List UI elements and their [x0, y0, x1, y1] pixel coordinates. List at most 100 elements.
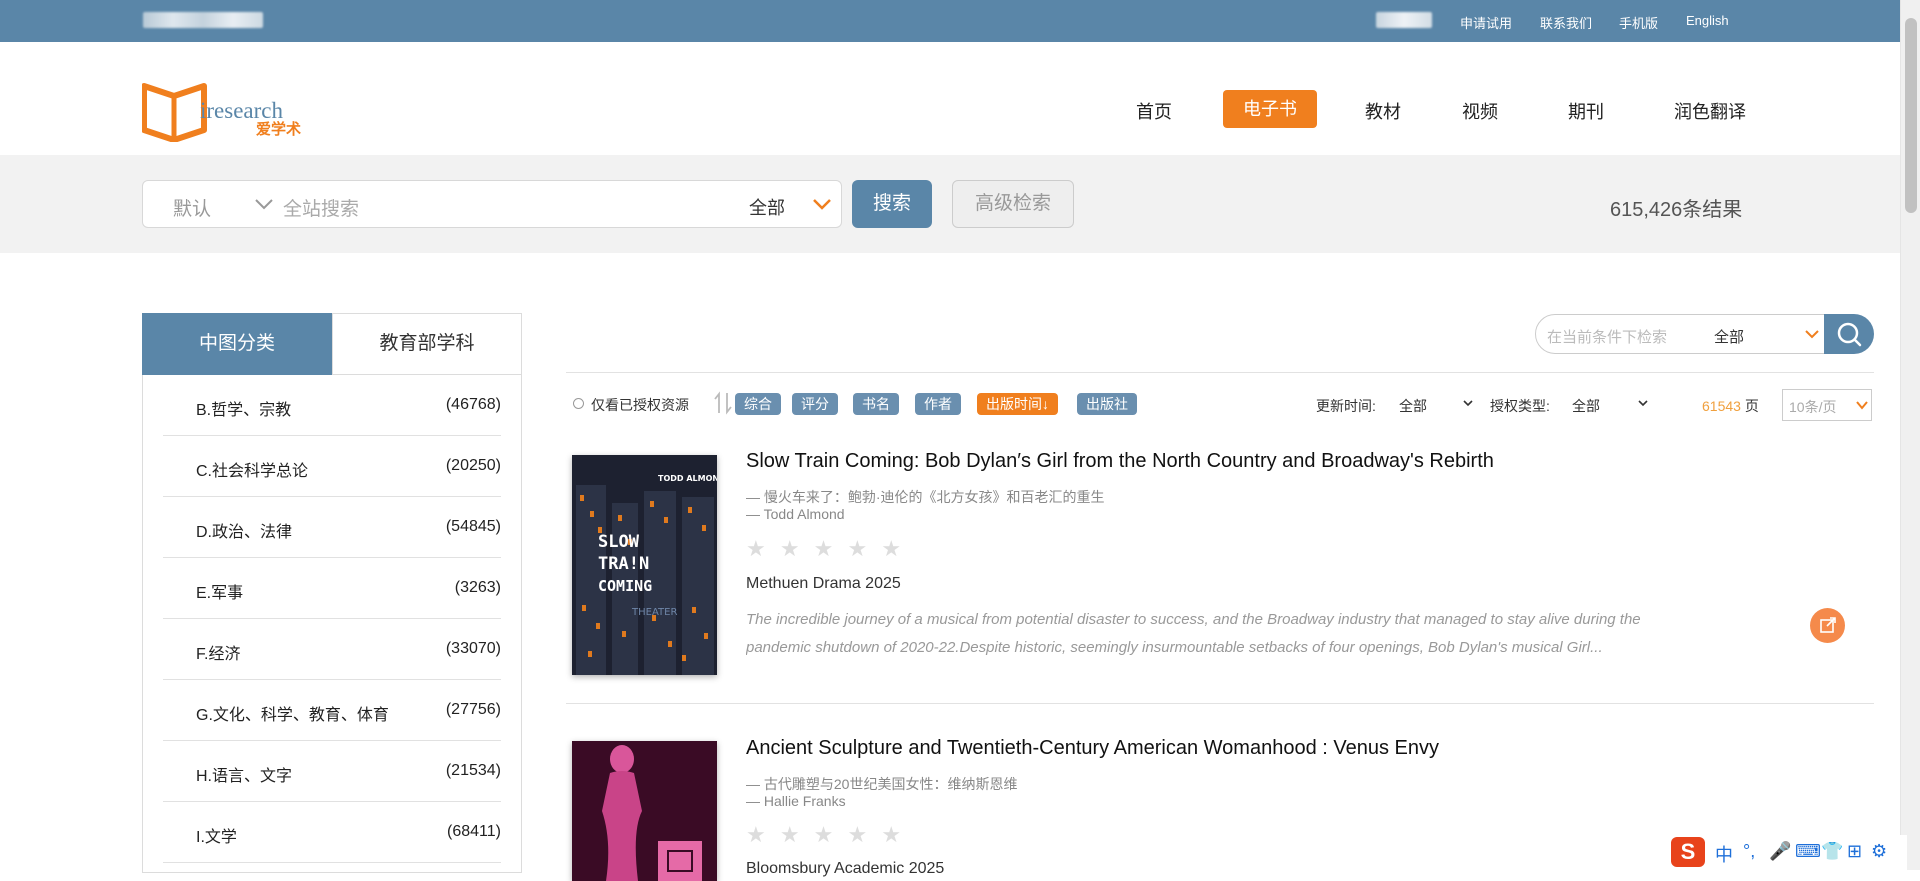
tab-clc-classification[interactable]: 中图分类 [142, 313, 332, 375]
book-cover-art: TODD ALMOND SLOW TRA!N COMING THEATER [572, 455, 717, 675]
advanced-search-button[interactable]: 高级检索 [952, 180, 1074, 228]
scope-select[interactable]: 默认 [173, 194, 211, 221]
sort-icon [714, 391, 732, 415]
search-icon [1837, 322, 1862, 347]
update-time-select[interactable]: 全部 [1399, 396, 1427, 416]
chevron-down-icon[interactable] [811, 193, 833, 215]
authorized-only-radio[interactable] [573, 398, 584, 409]
category-name: F.经济 [196, 646, 241, 663]
filter-scope-select[interactable]: 全部 [1714, 326, 1744, 347]
filter-search-button[interactable] [1824, 314, 1874, 354]
microphone-icon[interactable]: 🎤 [1769, 841, 1791, 862]
ime-punctuation-icon[interactable]: °, [1743, 841, 1755, 862]
category-name: G.文化、科学、教育、体育 [196, 707, 389, 724]
book-abstract: The incredible journey of a musical from… [746, 611, 1641, 656]
page-count: 61543 页 [1702, 396, 1759, 416]
gear-icon[interactable]: ⚙ [1871, 841, 1887, 862]
search-box: 默认 全站搜索 全部 [142, 180, 842, 228]
category-name: H.语言、文字 [196, 768, 293, 785]
sogou-logo-icon[interactable]: S [1671, 837, 1705, 867]
english-link[interactable]: English [1686, 13, 1729, 28]
toolbox-icon[interactable]: ⊞ [1847, 841, 1862, 862]
site-logo[interactable]: iresearch 爱学术 [141, 80, 312, 143]
category-count: (46768) [445, 396, 501, 413]
share-button[interactable] [1810, 608, 1845, 643]
book-title[interactable]: Slow Train Coming: Bob Dylan′s Girl from… [746, 450, 1494, 473]
category-item[interactable]: B.哲学、宗教 (46768) [163, 375, 501, 436]
nav-textbook[interactable]: 教材 [1365, 98, 1401, 124]
sort-publisher[interactable]: 出版社 [1077, 393, 1137, 415]
chevron-down-icon[interactable] [1637, 397, 1649, 409]
svg-text:TRA!N: TRA!N [598, 554, 649, 574]
rating-stars: ★ ★ ★ ★ ★ [746, 822, 906, 847]
cover-word: THEATER [631, 607, 677, 618]
category-name: B.哲学、宗教 [196, 402, 292, 419]
sort-comprehensive[interactable]: 综合 [735, 393, 781, 415]
search-type-select[interactable]: 全部 [749, 194, 785, 220]
page-scrollbar[interactable] [1900, 0, 1920, 870]
license-type-select[interactable]: 全部 [1572, 396, 1600, 416]
book-cover[interactable]: TODD ALMOND SLOW TRA!N COMING THEATER [572, 455, 717, 675]
category-count: (20250) [445, 457, 501, 474]
book-cover[interactable] [572, 741, 717, 881]
book-subtitle: — 慢火车来了：鲍勃·迪伦的《北方女孩》和百老汇的重生 [746, 489, 1105, 505]
book-cover-art [572, 741, 717, 881]
sort-title[interactable]: 书名 [853, 393, 899, 415]
sort-author[interactable]: 作者 [915, 393, 961, 415]
nav-video[interactable]: 视频 [1462, 98, 1498, 124]
result-count: 615,426条结果 [1610, 199, 1743, 221]
license-type-label: 授权类型: [1490, 398, 1550, 414]
book-author[interactable]: — Todd Almond [746, 506, 845, 522]
category-name: C.社会科学总论 [196, 463, 309, 480]
category-item[interactable]: I.文学 (68411) [163, 802, 501, 863]
divider [566, 372, 1874, 373]
nav-ebook[interactable]: 电子书 [1223, 90, 1317, 128]
tab-moe-discipline[interactable]: 教育部学科 [332, 313, 522, 375]
trial-link[interactable]: 申请试用 [1460, 13, 1512, 32]
nav-journal[interactable]: 期刊 [1568, 98, 1604, 124]
sort-publish-date[interactable]: 出版时间↓ [977, 393, 1058, 415]
keyboard-icon[interactable]: ⌨ [1795, 841, 1821, 862]
contact-link[interactable]: 联系我们 [1540, 13, 1592, 32]
ime-toolbar[interactable]: S 中 °, 🎤 ⌨ 👕 ⊞ ⚙ [1667, 835, 1907, 870]
book-title[interactable]: Ancient Sculpture and Twentieth-Century … [746, 737, 1439, 760]
category-item[interactable]: F.经济 (33070) [163, 619, 501, 680]
search-input[interactable]: 全站搜索 [283, 194, 359, 221]
mobile-link[interactable]: 手机版 [1619, 13, 1658, 32]
authorized-only-label[interactable]: 仅看已授权资源 [591, 395, 689, 415]
svg-text:COMING: COMING [598, 577, 652, 595]
category-item[interactable]: H.语言、文字 (21534) [163, 741, 501, 802]
category-name: E.军事 [196, 585, 244, 602]
category-item[interactable]: C.社会科学总论 (20250) [163, 436, 501, 497]
scrollbar-thumb[interactable] [1905, 18, 1917, 213]
category-count: (21534) [445, 762, 501, 779]
category-item[interactable]: G.文化、科学、教育、体育 (27756) [163, 680, 501, 741]
category-name: I.文学 [196, 829, 237, 846]
category-item[interactable]: D.政治、法律 (54845) [163, 497, 501, 558]
search-button[interactable]: 搜索 [852, 180, 932, 228]
cover-author: TODD ALMOND [658, 474, 717, 483]
filter-search-box: 在当前条件下检索 全部 [1535, 314, 1825, 354]
sort-rating[interactable]: 评分 [792, 393, 838, 415]
book-logo-icon: iresearch 爱学术 [141, 83, 301, 143]
page-count-number: 61543 [1702, 398, 1741, 414]
chevron-down-icon[interactable] [1462, 397, 1474, 409]
skin-icon[interactable]: 👕 [1821, 841, 1843, 862]
ime-chinese-mode[interactable]: 中 [1715, 841, 1733, 867]
book-subtitle: — 古代雕塑与20世纪美国女性：维纳斯恩维 [746, 776, 1018, 792]
blurred-site-name [143, 12, 263, 28]
filter-search-input[interactable]: 在当前条件下检索 [1547, 326, 1667, 347]
rating-stars: ★ ★ ★ ★ ★ [746, 536, 906, 561]
page-unit: 页 [1744, 398, 1759, 414]
book-author[interactable]: — Hallie Franks [746, 793, 846, 809]
category-item[interactable]: E.军事 (3263) [163, 558, 501, 619]
update-time-label: 更新时间: [1316, 398, 1376, 414]
svg-text:SLOW: SLOW [598, 532, 640, 552]
nav-home[interactable]: 首页 [1136, 98, 1172, 124]
chevron-down-icon[interactable] [1804, 326, 1820, 342]
category-count: (68411) [447, 823, 501, 840]
nav-polish-translate[interactable]: 润色翻译 [1674, 98, 1746, 124]
per-page-select[interactable]: 10条/页 [1782, 389, 1872, 421]
chevron-down-icon[interactable] [253, 193, 275, 215]
category-count: (54845) [445, 518, 501, 535]
